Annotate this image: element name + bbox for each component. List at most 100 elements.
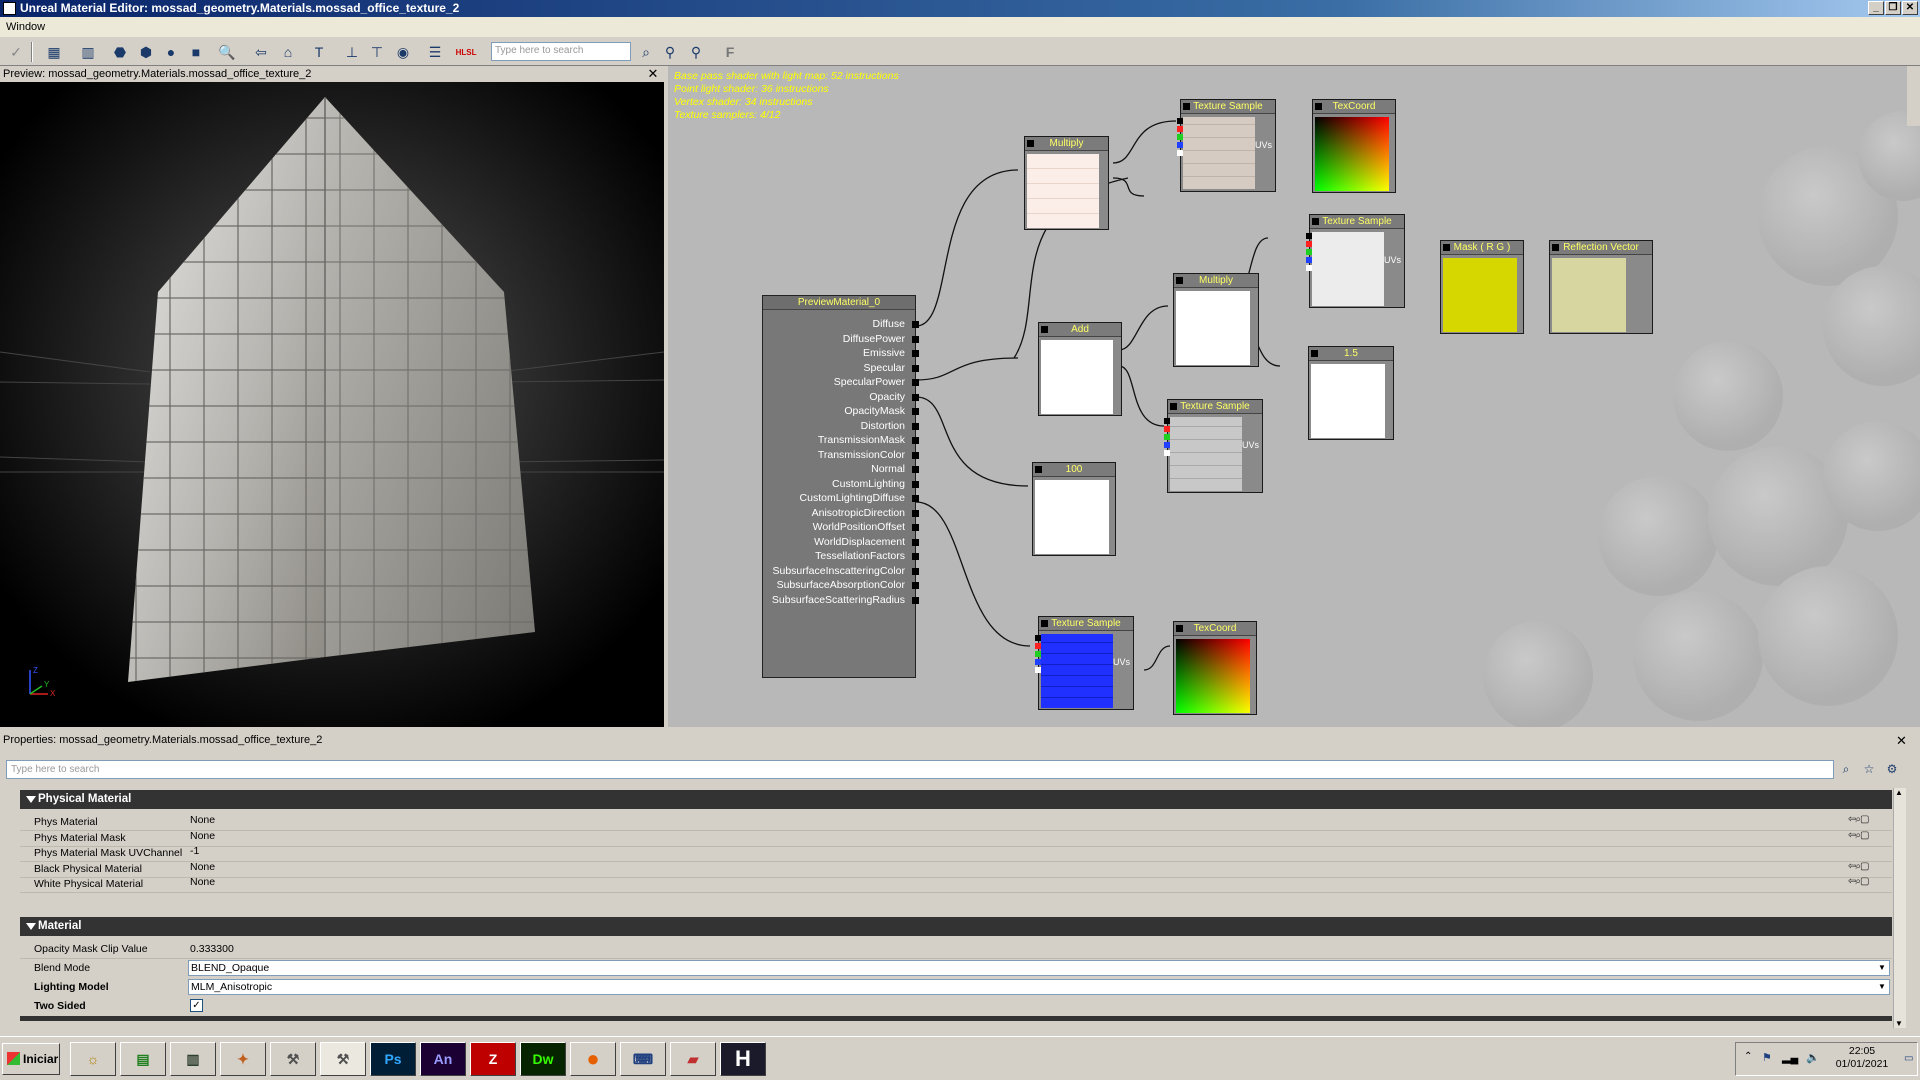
- toggle-grid-icon[interactable]: ▦: [44, 42, 64, 62]
- output-pin[interactable]: [1035, 643, 1041, 649]
- favorites-icon[interactable]: ☆: [1859, 760, 1879, 779]
- output-pin[interactable]: [1306, 241, 1312, 247]
- tray-volume-icon[interactable]: 🔈: [1806, 1051, 1820, 1064]
- material-input-pin[interactable]: [912, 335, 919, 343]
- tray-network-icon[interactable]: ▂▄: [1782, 1051, 1798, 1064]
- output-pin[interactable]: [1035, 651, 1041, 657]
- output-pin[interactable]: [1035, 635, 1041, 641]
- blend-mode-dropdown[interactable]: BLEND_Opaque ▼: [188, 960, 1890, 976]
- text-icon[interactable]: T: [309, 42, 329, 62]
- taskbar-animate-icon[interactable]: An: [420, 1042, 466, 1076]
- hlsl-icon[interactable]: HLSL: [456, 42, 477, 62]
- output-pin[interactable]: [1306, 257, 1312, 263]
- restore-button[interactable]: ❐: [1885, 1, 1901, 15]
- taskbar-app-icon[interactable]: ⌨: [620, 1042, 666, 1076]
- taskbar-firefox-icon[interactable]: ●: [570, 1042, 616, 1076]
- properties-search-icon[interactable]: ⌕: [1836, 760, 1856, 779]
- taskbar-app-icon[interactable]: ▥: [170, 1042, 216, 1076]
- material-input-pin[interactable]: [912, 422, 919, 430]
- taskbar-app-icon[interactable]: ▤: [120, 1042, 166, 1076]
- eye-icon[interactable]: ◉: [393, 42, 413, 62]
- taskbar-app-icon[interactable]: ▰: [670, 1042, 716, 1076]
- property-value[interactable]: None: [190, 861, 215, 873]
- output-pin[interactable]: [1035, 667, 1041, 673]
- output-pin[interactable]: [1164, 450, 1170, 456]
- taskbar-unreal-icon[interactable]: ⚒: [320, 1042, 366, 1076]
- taskbar-filezilla-icon[interactable]: Z: [470, 1042, 516, 1076]
- node-constant-100[interactable]: 100: [1032, 462, 1116, 556]
- preview-close-icon[interactable]: ✕: [646, 66, 660, 82]
- taskbar-dreamweaver-icon[interactable]: Dw: [520, 1042, 566, 1076]
- material-input-pin[interactable]: [912, 364, 919, 372]
- apply-icon[interactable]: ✓: [6, 42, 26, 62]
- output-pin[interactable]: [1306, 249, 1312, 255]
- start-button[interactable]: Iniciar: [2, 1043, 60, 1075]
- node-preview-material[interactable]: PreviewMaterial_0 Diffuse DiffusePower Emi…: [762, 295, 919, 678]
- tray-flag-icon[interactable]: ⚑: [1762, 1051, 1772, 1064]
- output-pin[interactable]: [1177, 126, 1183, 132]
- filter-icon[interactable]: ⚙: [1882, 760, 1902, 779]
- minimize-button[interactable]: _: [1868, 1, 1884, 15]
- node-texture-sample-3[interactable]: Texture Sample UVs: [1164, 399, 1263, 493]
- zoom-icon[interactable]: 🔍: [217, 42, 237, 62]
- cube-icon[interactable]: ⬢: [136, 42, 156, 62]
- node-texcoord-1[interactable]: TexCoord: [1312, 99, 1396, 193]
- tray-notification-icon[interactable]: ▭: [1904, 1053, 1913, 1064]
- category-material[interactable]: Material: [20, 917, 1892, 936]
- material-graph-canvas[interactable]: Base pass shader with light map: 52 inst…: [668, 66, 1920, 727]
- material-input-pin[interactable]: [912, 466, 919, 473]
- material-input-pin[interactable]: [912, 553, 919, 560]
- material-input-pin[interactable]: [912, 451, 919, 459]
- node-constant-1-5[interactable]: 1.5: [1308, 346, 1394, 440]
- menu-window[interactable]: Window: [6, 21, 45, 33]
- output-pin[interactable]: [1177, 134, 1183, 140]
- two-sided-checkbox[interactable]: ✓: [190, 999, 203, 1012]
- material-input-pin[interactable]: [912, 321, 919, 328]
- grid-icon[interactable]: ▥: [78, 42, 98, 62]
- taskbar-h-icon[interactable]: H: [720, 1042, 766, 1076]
- output-pin[interactable]: [1164, 434, 1170, 440]
- tray-expand-icon[interactable]: ⌃: [1744, 1051, 1752, 1062]
- node-multiply[interactable]: Multiply: [1024, 136, 1109, 230]
- material-input-pin[interactable]: [912, 393, 919, 401]
- stats-icon[interactable]: ☰: [425, 42, 445, 62]
- clock[interactable]: 22:05 01/01/2021: [1832, 1045, 1892, 1071]
- plane-icon[interactable]: ■: [186, 42, 206, 62]
- material-input-pin[interactable]: [912, 480, 919, 488]
- output-pin[interactable]: [1306, 265, 1312, 271]
- collapse-icon[interactable]: ⊤: [367, 42, 387, 62]
- node-texcoord-2[interactable]: TexCoord: [1173, 621, 1257, 715]
- lighting-model-dropdown[interactable]: MLM_Anisotropic ▼: [188, 979, 1890, 995]
- node-mask-rg[interactable]: Mask ( R G ): [1440, 240, 1524, 334]
- material-input-pin[interactable]: [912, 582, 919, 589]
- property-value[interactable]: None: [190, 830, 215, 842]
- property-value[interactable]: None: [190, 876, 215, 888]
- output-pin[interactable]: [1035, 659, 1041, 665]
- scroll-down-icon[interactable]: ▼: [1895, 1019, 1903, 1028]
- find-next-icon[interactable]: ⚲: [686, 42, 706, 62]
- home-icon[interactable]: ⌂: [278, 42, 298, 62]
- taskbar-photoshop-icon[interactable]: Ps: [370, 1042, 416, 1076]
- output-pin[interactable]: [1164, 418, 1170, 424]
- font-icon[interactable]: F: [720, 42, 740, 62]
- property-value[interactable]: -1: [190, 845, 199, 857]
- material-input-pin[interactable]: [912, 524, 919, 531]
- material-input-pin[interactable]: [912, 408, 919, 415]
- property-value[interactable]: None: [190, 814, 215, 826]
- output-pin[interactable]: [1177, 118, 1183, 124]
- property-actions-icon[interactable]: ⇦⌕▢: [1848, 814, 1869, 825]
- cylinder-icon[interactable]: ⬣: [110, 42, 130, 62]
- properties-search-input[interactable]: Type here to search: [6, 760, 1834, 779]
- close-button[interactable]: ✕: [1902, 1, 1918, 15]
- material-input-pin[interactable]: [912, 437, 919, 444]
- material-input-pin[interactable]: [912, 350, 919, 357]
- output-pin[interactable]: [1164, 442, 1170, 448]
- node-texture-sample-4[interactable]: Texture Sample UVs: [1035, 616, 1134, 710]
- property-actions-icon[interactable]: ⇦⌕▢: [1848, 830, 1869, 841]
- material-input-pin[interactable]: [912, 379, 919, 386]
- properties-close-icon[interactable]: ✕: [1896, 732, 1907, 749]
- node-reflection-vector[interactable]: Reflection Vector: [1549, 240, 1653, 334]
- scroll-up-icon[interactable]: ▲: [1895, 788, 1903, 797]
- taskbar-app-icon[interactable]: ⚒: [270, 1042, 316, 1076]
- output-pin[interactable]: [1177, 142, 1183, 148]
